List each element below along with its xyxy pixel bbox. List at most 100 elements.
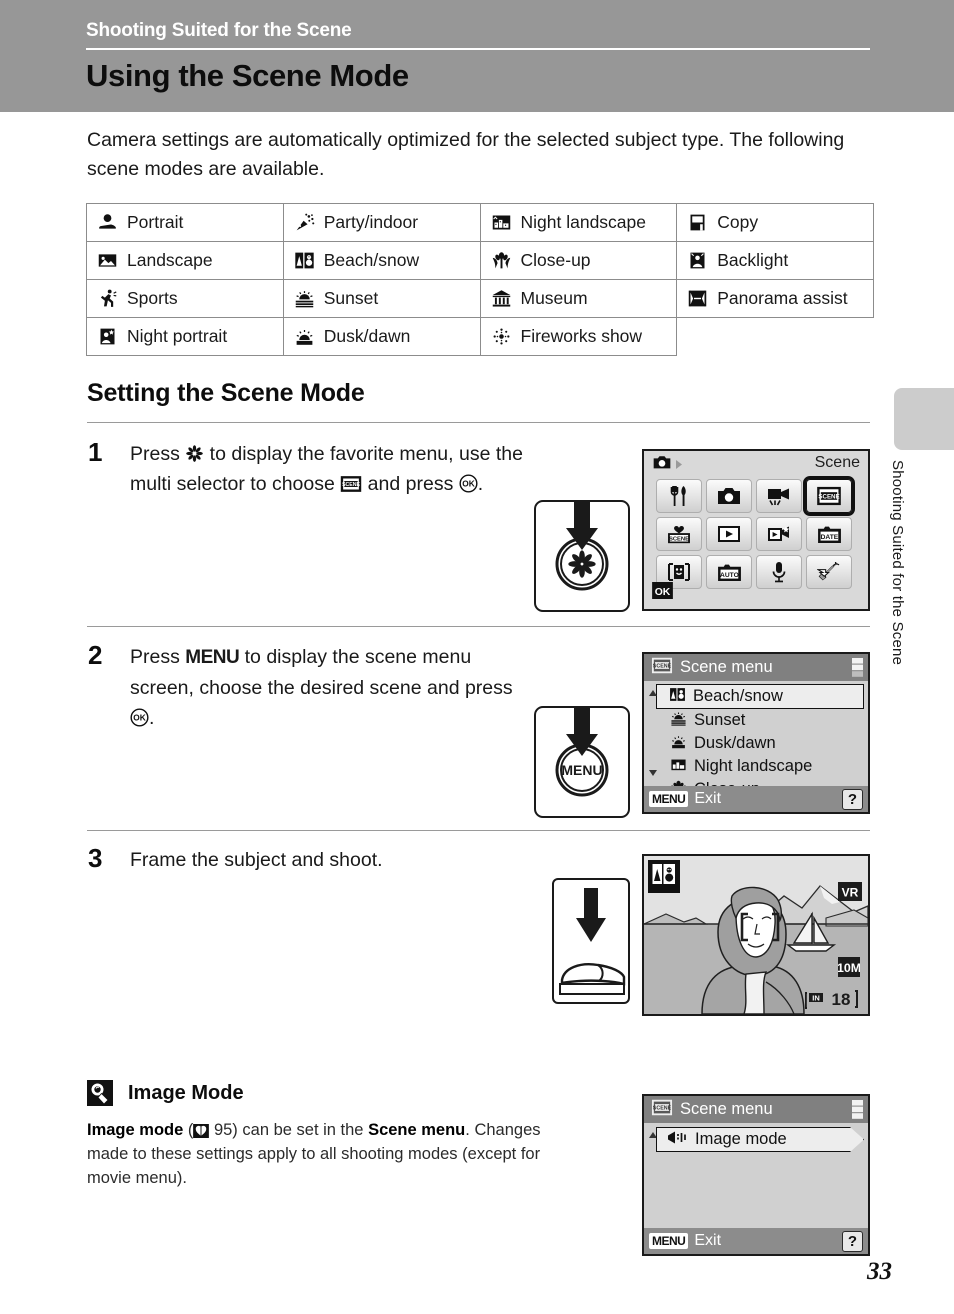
favorite-cell-date[interactable]: DATE xyxy=(806,517,852,551)
party-indoor-icon xyxy=(294,212,315,233)
mode-badge-beach-snow xyxy=(648,860,680,893)
page-title: Using the Scene Mode xyxy=(86,58,409,93)
scene-cell-backlight: Backlight xyxy=(676,241,874,280)
menu-key-diagram: MENU xyxy=(534,706,630,818)
scrollbar-indicator[interactable] xyxy=(852,1100,863,1119)
night-landscape-icon xyxy=(491,212,512,233)
scene-label: Night portrait xyxy=(127,326,228,346)
note-part-d: Scene menu xyxy=(368,1121,466,1139)
scene-menu-item-beach-snow[interactable]: Beach/snow xyxy=(656,684,864,709)
asterisk-button-icon xyxy=(185,444,204,463)
museum-icon xyxy=(491,288,512,309)
sports-icon xyxy=(97,288,118,309)
svg-text:IN: IN xyxy=(812,994,820,1003)
scene-label: Landscape xyxy=(127,250,213,270)
step-divider-1 xyxy=(87,626,870,627)
scene-cell-night-landscape: Night landscape xyxy=(479,203,678,242)
favorite-menu-screen: Scene SCENE SCENE DATE AUTO OK xyxy=(642,449,870,611)
favorite-cell-slideshow[interactable] xyxy=(756,517,802,551)
menu-chip: MENU xyxy=(649,1233,689,1249)
scene-menu-item-sunset[interactable]: Sunset xyxy=(644,709,868,732)
svg-text:SCENE: SCENE xyxy=(669,536,689,542)
backlight-icon xyxy=(687,250,708,271)
scene-menu-item-dusk-dawn[interactable]: Dusk/dawn xyxy=(644,732,868,755)
scene-menu-title: Scene menu xyxy=(680,658,773,676)
step-number-2: 2 xyxy=(88,640,103,670)
scene-cell-empty xyxy=(677,318,874,356)
asterisk-key-diagram xyxy=(534,500,630,612)
vr-indicator: VR xyxy=(838,882,862,906)
table-row: Night portrait Dusk/dawn Fireworks show xyxy=(86,317,874,356)
menu-chip: MENU xyxy=(649,791,689,807)
step-text-1: Press to display the favorite menu, use … xyxy=(130,439,530,499)
note-bulb-icon xyxy=(87,1080,113,1106)
step1-part-c: and press xyxy=(362,473,459,495)
favorite-cell-camera[interactable] xyxy=(706,479,752,513)
sidebar-chapter-label: Shooting Suited for the Scene xyxy=(889,460,906,666)
image-mode-menu-item[interactable]: Image mode xyxy=(656,1127,864,1152)
menu-wordmark: MENU xyxy=(185,647,240,668)
favorite-cell-voice-recording[interactable] xyxy=(756,555,802,589)
svg-text:SCENE: SCENE xyxy=(818,493,839,500)
svg-text:18: 18 xyxy=(832,990,851,1009)
manual-page: Shooting Suited for the Scene Using the … xyxy=(0,0,954,1314)
step2-part-c: . xyxy=(149,707,155,729)
step-text-3: Frame the subject and shoot. xyxy=(130,849,383,871)
sidebar-chapter-tab xyxy=(894,388,954,450)
scene-menu-screen: SCENE Scene menu Beach/snow Sunset Dusk/… xyxy=(642,652,870,814)
favorite-cell-scene[interactable]: SCENE xyxy=(803,476,855,516)
scene-icon: SCENE xyxy=(651,1099,673,1121)
image-mode-menu-screen: SCENE Scene menu Image mode MENU Exit ? xyxy=(642,1094,870,1256)
scroll-up-arrow-icon xyxy=(649,1126,657,1144)
page-header-kicker: Shooting Suited for the Scene xyxy=(86,20,352,41)
scene-cell-party-indoor: Party/indoor xyxy=(282,203,481,242)
favorite-cell-setup-wrench[interactable] xyxy=(806,555,852,589)
scene-menu-item-label: Beach/snow xyxy=(693,687,783,705)
scene-cell-fireworks-show: Fireworks show xyxy=(479,317,678,356)
step-number-1: 1 xyxy=(88,437,103,467)
image-mode-menu-footer: MENU Exit ? xyxy=(644,1228,868,1254)
scene-cell-sports: Sports xyxy=(86,279,284,318)
step2-part-a: Press xyxy=(130,646,186,668)
image-mode-menu-list: Image mode xyxy=(644,1123,868,1228)
scene-menu-footer: MENU Exit ? xyxy=(644,786,868,812)
scene-cell-panorama-assist: Panorama assist xyxy=(676,279,874,318)
scene-label: Party/indoor xyxy=(323,212,419,232)
landscape-icon xyxy=(97,250,118,271)
note-part-a: Image mode xyxy=(87,1121,184,1139)
note-body: Image mode ( 95) can be set in the Scene… xyxy=(87,1118,582,1190)
sunset-icon xyxy=(294,288,315,309)
scene-menu-item-label: Night landscape xyxy=(694,757,813,775)
scene-menu-item-night-landscape[interactable]: Night landscape xyxy=(644,755,868,778)
help-button[interactable]: ? xyxy=(842,1230,863,1252)
favorite-cell-auto[interactable]: AUTO xyxy=(706,555,752,589)
section-divider xyxy=(87,422,870,423)
scrollbar-indicator[interactable] xyxy=(852,658,863,677)
svg-text:OK: OK xyxy=(655,587,671,598)
header-divider xyxy=(86,48,870,50)
scene-label: Portrait xyxy=(127,212,184,232)
svg-text:DATE: DATE xyxy=(820,534,838,541)
favorite-cell-favorite-scene[interactable]: SCENE xyxy=(656,517,702,551)
shutter-press-diagram xyxy=(552,878,630,1004)
help-button[interactable]: ? xyxy=(842,788,863,810)
svg-text:SCENE: SCENE xyxy=(342,482,360,488)
scene-cell-night-portrait: Night portrait xyxy=(86,317,284,356)
camera-mode-icon xyxy=(652,455,672,475)
night-landscape-icon xyxy=(670,756,687,778)
beach-snow-icon xyxy=(669,686,686,708)
scene-label: Beach/snow xyxy=(323,250,420,270)
favorite-cell-restaurant[interactable] xyxy=(656,479,702,513)
favorite-cell-playback[interactable] xyxy=(706,517,752,551)
favorite-cell-movie[interactable] xyxy=(756,479,802,513)
scene-label: Fireworks show xyxy=(520,326,643,346)
image-mode-indicator: 10M xyxy=(837,957,861,982)
step-number-3: 3 xyxy=(88,843,103,873)
chevron-right-icon xyxy=(675,457,684,475)
step1-part-a: Press xyxy=(130,443,186,465)
image-mode-item-label: Image mode xyxy=(695,1130,787,1148)
sunset-icon xyxy=(670,710,687,732)
dusk-dawn-icon xyxy=(294,326,315,347)
portrait-icon xyxy=(97,212,118,233)
shots-remaining-indicator: IN 18 xyxy=(805,989,858,1009)
